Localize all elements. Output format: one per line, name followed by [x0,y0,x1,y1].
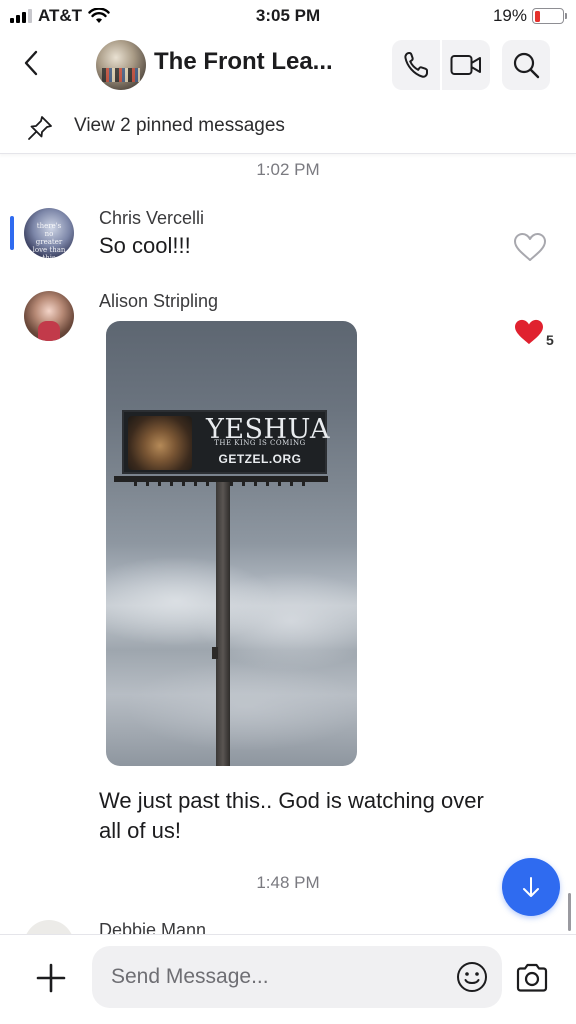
pin-icon [28,116,52,140]
pinned-label[interactable]: View 2 pinned messages [74,115,285,137]
avatar[interactable] [24,291,74,341]
sender-name[interactable]: Chris Vercelli [99,208,204,229]
battery-icon [532,8,567,24]
billboard: YESHUA THE KING IS COMING GETZEL.ORG [122,410,330,474]
arrow-down-icon [523,877,539,897]
pinned-messages-bar[interactable]: View 2 pinned messages [0,106,576,154]
plus-icon[interactable] [34,961,68,995]
back-button[interactable] [16,46,46,80]
battery-percent: 19% [492,6,527,25]
message-composer [0,934,576,1024]
search-icon [513,52,540,79]
message-text: So cool!!! [99,233,191,258]
sender-name[interactable]: Alison Stripling [99,291,218,312]
billboard-url: GETZEL.ORG [218,452,302,466]
status-bar: AT&T 3:05 PM 19% [0,0,576,34]
timestamp-divider: 1:02 PM [256,160,320,179]
lion-image [128,416,192,470]
pole-junction-box [212,647,218,659]
scroll-to-bottom-button[interactable] [502,858,560,916]
timestamp-divider: 1:48 PM [256,873,320,892]
heart-filled-icon [515,319,543,345]
scrollbar[interactable] [568,893,571,931]
image-attachment[interactable]: YESHUA THE KING IS COMING GETZEL.ORG [106,321,357,766]
unread-indicator [10,216,14,250]
heart-outline-icon [514,233,546,261]
like-count: 5 [546,332,554,348]
battery-level [534,10,540,22]
avatar-caption: there's no greater love than this [32,222,66,258]
video-camera-icon [450,55,481,75]
camera-icon[interactable] [515,962,549,994]
chat-header: The Front Lea... [0,34,576,96]
video-call-button[interactable] [442,40,490,90]
photo-cloud [126,661,357,751]
message-input[interactable] [92,946,502,1008]
like-button[interactable]: 5 [513,316,554,348]
search-button[interactable] [502,40,550,90]
message-text: We just past this.. God is watching over… [99,788,484,843]
billboard-pole [216,482,230,766]
billboard-subtitle: THE KING IS COMING [214,439,306,447]
status-time: 3:05 PM [255,6,321,25]
avatar[interactable]: there's no greater love than this [24,208,74,258]
status-right: 19% [492,6,567,26]
phone-icon [404,52,428,78]
emoji-icon[interactable] [455,960,489,994]
group-avatar[interactable] [96,40,146,90]
group-title[interactable]: The Front Lea... [154,48,333,76]
like-button[interactable] [513,232,547,262]
chevron-left-icon [24,50,38,76]
call-button[interactable] [392,40,440,90]
